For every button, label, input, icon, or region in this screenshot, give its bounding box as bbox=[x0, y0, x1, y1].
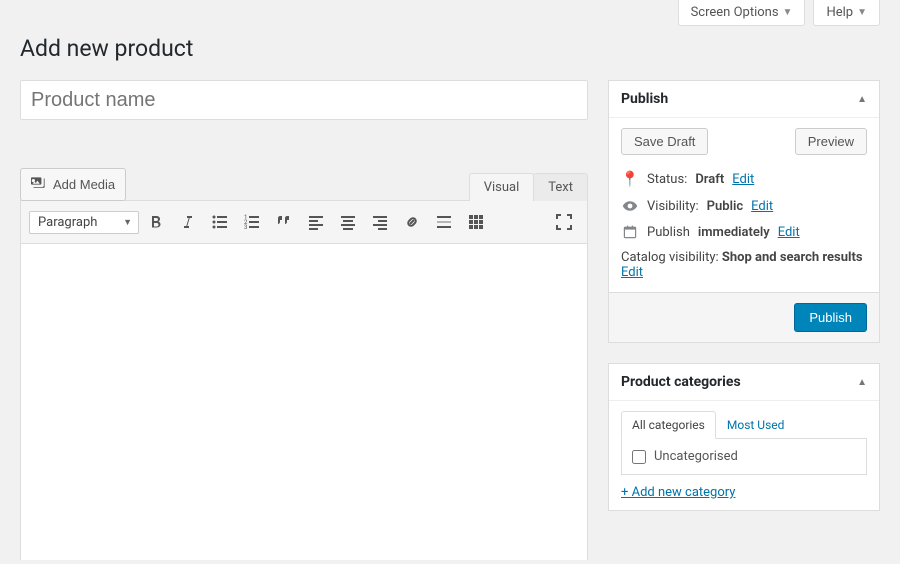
product-name-input[interactable] bbox=[20, 80, 588, 120]
category-item-uncategorised[interactable]: Uncategorised bbox=[632, 449, 856, 464]
preview-button[interactable]: Preview bbox=[795, 128, 867, 155]
categories-box: Product categories ▲ All categories Most… bbox=[608, 363, 880, 511]
italic-button[interactable] bbox=[173, 207, 203, 237]
toolbar-toggle-button[interactable] bbox=[461, 207, 491, 237]
numbered-list-button[interactable]: 123 bbox=[237, 207, 267, 237]
edit-publish-link[interactable]: Edit bbox=[778, 225, 800, 240]
fullscreen-button[interactable] bbox=[549, 207, 579, 237]
editor-content-area[interactable] bbox=[21, 244, 587, 564]
readmore-button[interactable] bbox=[429, 207, 459, 237]
add-new-category-link[interactable]: + Add new category bbox=[621, 485, 735, 500]
category-checkbox[interactable] bbox=[632, 450, 646, 464]
edit-visibility-link[interactable]: Edit bbox=[751, 199, 773, 214]
caret-down-icon: ▼ bbox=[783, 7, 793, 18]
category-list: Uncategorised bbox=[621, 438, 867, 475]
align-center-button[interactable] bbox=[333, 207, 363, 237]
format-select[interactable]: Paragraph ▼ bbox=[29, 211, 139, 234]
caret-down-icon: ▼ bbox=[857, 7, 867, 18]
cat-tab-most-used[interactable]: Most Used bbox=[716, 411, 796, 439]
quote-button[interactable] bbox=[269, 207, 299, 237]
calendar-icon bbox=[621, 224, 639, 240]
editor-toolbar: Paragraph ▼ 123 bbox=[21, 201, 587, 244]
add-media-label: Add Media bbox=[53, 177, 115, 192]
catalog-label: Catalog visibility: bbox=[621, 250, 719, 265]
edit-status-link[interactable]: Edit bbox=[732, 172, 754, 187]
categories-box-toggle[interactable]: Product categories ▲ bbox=[609, 364, 879, 401]
format-select-label: Paragraph bbox=[38, 215, 97, 230]
publish-value: immediately bbox=[698, 225, 770, 240]
edit-catalog-link[interactable]: Edit bbox=[621, 265, 643, 280]
help-label: Help bbox=[826, 5, 853, 20]
status-value: Draft bbox=[695, 172, 724, 187]
publish-button[interactable]: Publish bbox=[794, 303, 867, 332]
editor-tab-text[interactable]: Text bbox=[533, 173, 588, 201]
bold-button[interactable] bbox=[141, 207, 171, 237]
svg-text:3: 3 bbox=[244, 224, 247, 231]
bullet-list-button[interactable] bbox=[205, 207, 235, 237]
help-tab[interactable]: Help ▼ bbox=[813, 0, 880, 26]
align-left-button[interactable] bbox=[301, 207, 331, 237]
align-right-button[interactable] bbox=[365, 207, 395, 237]
catalog-value: Shop and search results bbox=[722, 250, 863, 265]
category-label: Uncategorised bbox=[654, 449, 738, 464]
link-button[interactable] bbox=[397, 207, 427, 237]
save-draft-button[interactable]: Save Draft bbox=[621, 128, 708, 155]
publish-label: Publish bbox=[647, 225, 690, 240]
triangle-up-icon: ▲ bbox=[857, 377, 867, 388]
visibility-value: Public bbox=[707, 199, 743, 214]
categories-heading: Product categories bbox=[621, 374, 741, 390]
visibility-label: Visibility: bbox=[647, 199, 699, 214]
publish-box: Publish ▲ Save Draft Preview 📍 Status: D… bbox=[608, 80, 880, 343]
add-media-button[interactable]: Add Media bbox=[20, 168, 126, 201]
cat-tab-all[interactable]: All categories bbox=[621, 411, 716, 439]
media-icon bbox=[31, 175, 47, 194]
screen-options-label: Screen Options bbox=[691, 5, 779, 20]
pin-icon: 📍 bbox=[621, 170, 639, 188]
screen-options-tab[interactable]: Screen Options ▼ bbox=[678, 0, 806, 26]
page-title: Add new product bbox=[0, 26, 900, 66]
publish-box-toggle[interactable]: Publish ▲ bbox=[609, 81, 879, 118]
editor-tab-visual[interactable]: Visual bbox=[469, 173, 535, 201]
eye-icon bbox=[621, 198, 639, 214]
status-label: Status: bbox=[647, 172, 687, 187]
caret-down-icon: ▼ bbox=[123, 217, 132, 228]
triangle-up-icon: ▲ bbox=[857, 94, 867, 105]
publish-heading: Publish bbox=[621, 91, 668, 107]
